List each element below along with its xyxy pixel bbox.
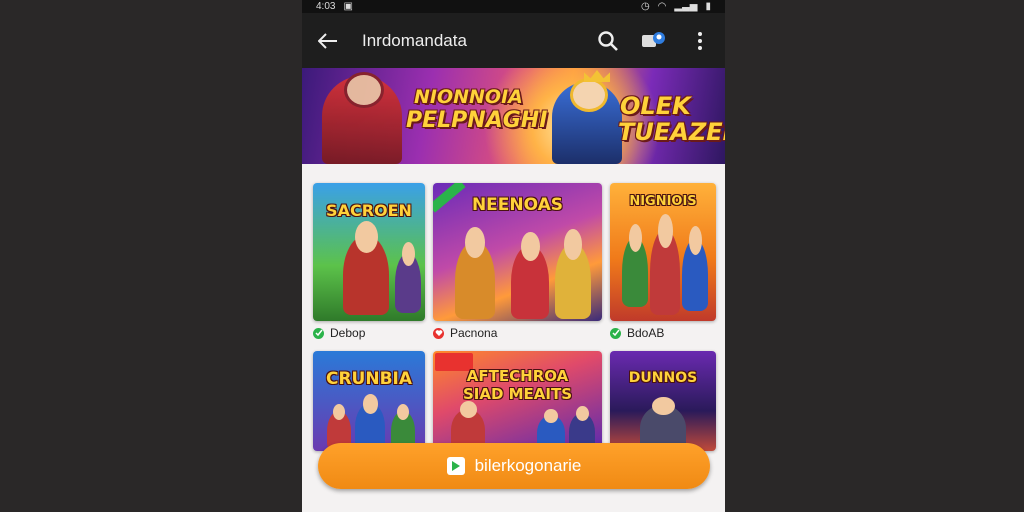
game-thumbnail: AFTECHROA SIAD MEAITS bbox=[433, 351, 602, 451]
heart-badge-icon bbox=[433, 327, 444, 339]
game-card[interactable]: SACROEN Debop bbox=[313, 183, 425, 340]
battery-icon: ▮ bbox=[705, 1, 711, 12]
wifi-icon: ◠ bbox=[657, 1, 667, 12]
game-label: BdoAB bbox=[627, 326, 665, 340]
banner-title-line2: PELPNAGHI bbox=[406, 108, 548, 133]
back-arrow-icon[interactable] bbox=[314, 27, 342, 55]
game-thumbnail: NEENOAS bbox=[433, 183, 602, 321]
featured-banner[interactable]: NIONNOIA PELPNAGHI OLEK TUEAZEI bbox=[302, 68, 725, 164]
app-bar: Inrdomandata bbox=[302, 13, 725, 68]
game-title: NIGNIOIS bbox=[629, 194, 697, 209]
play-store-icon bbox=[446, 457, 465, 475]
character-figure bbox=[455, 226, 495, 319]
game-card[interactable]: AFTECHROA SIAD MEAITS bbox=[433, 351, 602, 451]
character-figure bbox=[395, 242, 421, 313]
character-figure bbox=[650, 213, 680, 315]
game-label: Debop bbox=[330, 326, 366, 340]
signal-icon: ▂▃▅ bbox=[674, 1, 698, 12]
character-figure bbox=[622, 224, 648, 307]
phone-screen: 4:03 ▣ ◷ ◠ ▂▃▅ ▮ Inrdomandata NIONNOIA P… bbox=[302, 0, 725, 512]
game-title: SACROEN bbox=[326, 201, 412, 220]
status-time: 4:03 bbox=[316, 1, 336, 12]
notification-icon: ▣ bbox=[343, 1, 353, 12]
banner-title-right-line1: OLEK bbox=[620, 92, 691, 120]
game-thumbnail: CRUNBIA bbox=[313, 351, 425, 451]
banner-hero-left bbox=[322, 72, 402, 164]
game-title: DUNNOS bbox=[628, 370, 698, 386]
banner-title-line1: NIONNOIA bbox=[414, 86, 523, 108]
more-vert-icon[interactable] bbox=[687, 28, 713, 54]
check-badge-icon bbox=[313, 327, 324, 339]
game-card[interactable]: DUNNOS bbox=[610, 351, 716, 451]
game-thumbnail: NIGNIOIS bbox=[610, 183, 716, 321]
banner-hero-right bbox=[552, 78, 622, 164]
install-button-label: bilerkogonarie bbox=[474, 456, 582, 475]
game-card[interactable]: NIGNIOIS BdoAB bbox=[610, 183, 716, 340]
character-figure bbox=[555, 229, 591, 319]
banner-title-right-line2: TUEAZEI bbox=[618, 118, 725, 146]
game-title-line1: AFTECHROA bbox=[466, 367, 569, 385]
game-card[interactable]: NEENOAS Pacnona bbox=[433, 183, 602, 340]
alarm-icon: ◷ bbox=[640, 1, 650, 12]
character-figure bbox=[682, 226, 708, 311]
game-title: CRUNBIA bbox=[325, 369, 413, 389]
check-badge-icon bbox=[610, 327, 621, 339]
profile-badge-icon[interactable] bbox=[641, 28, 667, 54]
game-card[interactable]: CRUNBIA bbox=[313, 351, 425, 451]
game-title-line2: SIAD MEAITS bbox=[462, 385, 573, 403]
search-icon[interactable] bbox=[595, 28, 621, 54]
status-bar: 4:03 ▣ ◷ ◠ ▂▃▅ ▮ bbox=[302, 0, 725, 13]
install-button[interactable]: bilerkogonarie bbox=[318, 443, 710, 489]
character-figure bbox=[511, 231, 549, 319]
page-title: Inrdomandata bbox=[362, 30, 467, 50]
character-figure bbox=[343, 220, 389, 315]
game-title: NEENOAS bbox=[471, 195, 564, 215]
game-thumbnail: DUNNOS bbox=[610, 351, 716, 451]
game-label: Pacnona bbox=[450, 326, 498, 340]
game-thumbnail: SACROEN bbox=[313, 183, 425, 321]
